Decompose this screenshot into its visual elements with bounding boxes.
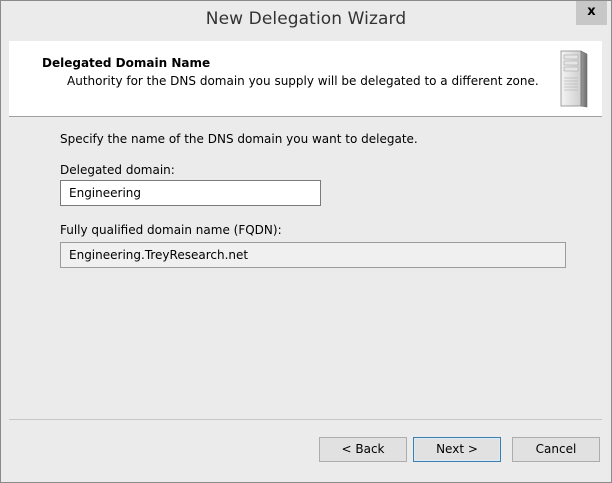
fqdn-field — [60, 242, 566, 268]
close-button[interactable]: x — [576, 1, 607, 25]
wizard-body: Specify the name of the DNS domain you w… — [9, 117, 602, 420]
page-subtitle: Authority for the DNS domain you supply … — [67, 74, 539, 88]
title-bar[interactable]: New Delegation Wizard x — [1, 1, 611, 41]
window-title: New Delegation Wizard — [205, 9, 407, 29]
back-button[interactable]: < Back — [319, 437, 407, 462]
wizard-header: Delegated Domain Name Authority for the … — [9, 41, 602, 117]
delegated-domain-label: Delegated domain: — [60, 163, 175, 177]
cancel-button[interactable]: Cancel — [512, 437, 600, 462]
wizard-window: New Delegation Wizard x Delegated Domain… — [0, 0, 612, 483]
delegated-domain-input[interactable] — [60, 180, 321, 206]
close-icon: x — [587, 4, 596, 19]
page-title: Delegated Domain Name — [42, 56, 211, 70]
fqdn-label: Fully qualified domain name (FQDN): — [60, 223, 282, 237]
instruction-text: Specify the name of the DNS domain you w… — [60, 132, 418, 146]
server-tower-icon — [560, 50, 588, 108]
next-button[interactable]: Next > — [413, 437, 501, 462]
